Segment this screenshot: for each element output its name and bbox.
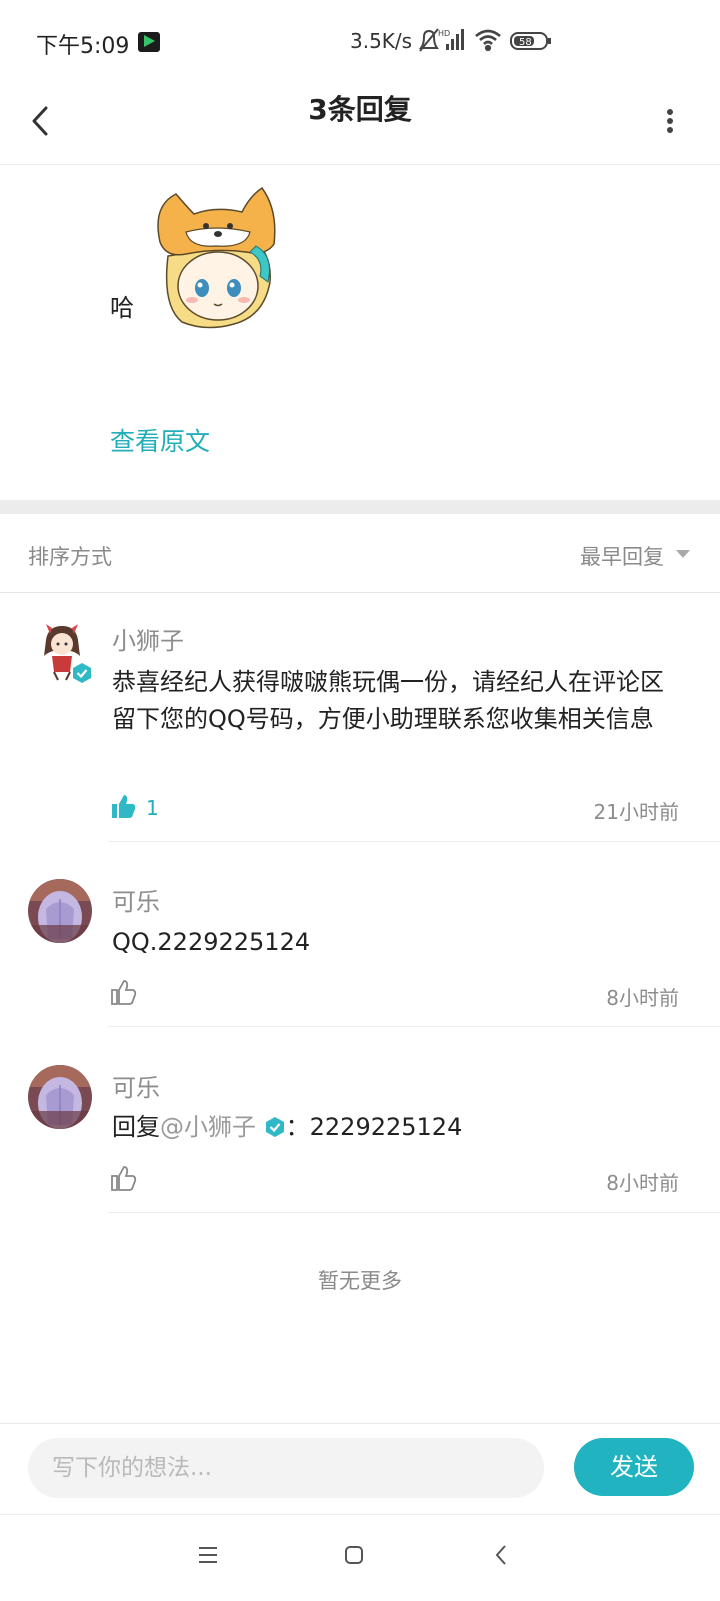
send-button[interactable]: 发送	[574, 1438, 694, 1496]
avatar[interactable]	[28, 879, 92, 943]
anime-girl-shiba-sticker	[157, 186, 276, 329]
more-options-icon[interactable]	[650, 96, 690, 146]
like-count: 1	[146, 796, 159, 820]
comment-composer: 发送	[0, 1423, 720, 1514]
thumbs-up-filled-icon[interactable]	[109, 792, 137, 820]
back-arrow-icon[interactable]	[22, 96, 62, 146]
home-icon[interactable]	[342, 1543, 366, 1567]
no-more-label: 暂无更多	[318, 1269, 402, 1293]
caret-down-icon[interactable]	[676, 550, 690, 558]
page-title: 3条回复	[308, 93, 412, 126]
nav-back-icon[interactable]	[490, 1543, 514, 1567]
menu-icon[interactable]	[196, 1543, 220, 1567]
comment-text: QQ.2229225124	[112, 928, 311, 956]
comment-text: 恭喜经纪人获得啵啵熊玩偶一份，请经纪人在评论区留下您的QQ号码，方便小助理联系您…	[112, 668, 664, 733]
reply-content: ：2229225124	[285, 1113, 463, 1141]
wifi-icon	[475, 29, 501, 52]
top-bar: 3条回复	[0, 86, 720, 165]
comment-time: 8小时前	[606, 986, 679, 1010]
original-post-text: 哈	[110, 294, 134, 322]
system-nav-bar	[0, 1514, 720, 1601]
verified-badge-icon	[73, 663, 91, 683]
mention-link[interactable]: @小狮子	[160, 1113, 256, 1141]
reply-prefix: 回复	[112, 1113, 160, 1141]
comment-divider	[108, 1026, 720, 1027]
sort-row: 排序方式 最早回复	[0, 514, 720, 593]
sort-dropdown[interactable]: 最早回复	[580, 541, 664, 571]
thumbs-up-icon[interactable]	[109, 978, 137, 1006]
comment-input[interactable]	[28, 1438, 544, 1498]
signal-icon: HD	[438, 29, 464, 50]
comment-time: 21小时前	[593, 800, 679, 824]
comment-username[interactable]: 可乐	[112, 882, 160, 917]
comment-time: 8小时前	[606, 1171, 679, 1195]
video-app-icon	[138, 32, 160, 52]
sort-label: 排序方式	[28, 545, 112, 569]
status-bar: 下午5:09 3.5K/s HD 58	[0, 0, 720, 86]
section-divider	[0, 500, 720, 514]
mute-bell-icon	[419, 28, 439, 52]
avatar[interactable]	[28, 1065, 92, 1129]
comment-divider	[108, 1212, 720, 1213]
network-speed: 3.5K/s	[350, 29, 413, 53]
battery-icon: 58	[510, 32, 551, 50]
verified-badge-icon	[265, 1117, 284, 1137]
comment-text: 回复@小狮子 ：2229225124	[112, 1109, 682, 1146]
battery-level: 58	[519, 37, 532, 48]
comment-divider	[108, 841, 720, 842]
svg-text:HD: HD	[438, 29, 450, 38]
comment-username[interactable]: 小狮子	[112, 621, 184, 656]
status-icons: HD 58	[419, 28, 551, 52]
thumbs-up-icon[interactable]	[109, 1164, 137, 1192]
comment-username[interactable]: 可乐	[112, 1068, 160, 1103]
view-original-link[interactable]: 查看原文	[110, 422, 210, 458]
status-time: 下午5:09	[36, 34, 130, 59]
